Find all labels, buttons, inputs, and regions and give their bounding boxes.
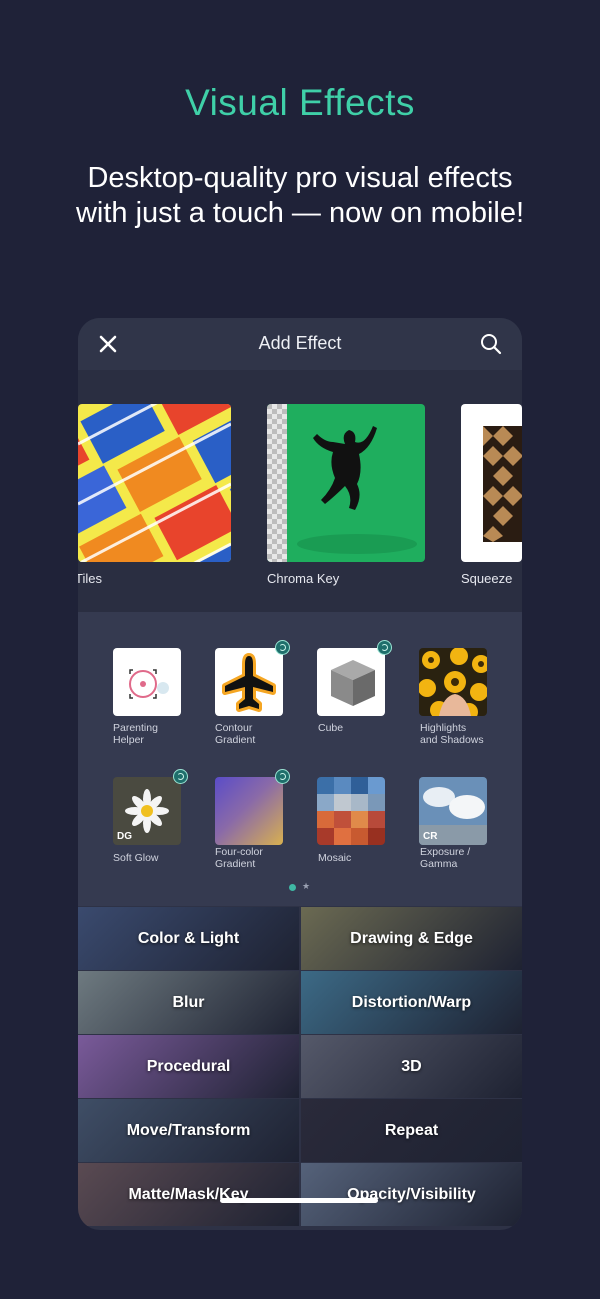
hero-subtitle-line1: Desktop-quality pro visual effects [87,162,513,194]
effect-label-text: Cube [318,722,344,734]
page-indicator-star: ★ [302,881,311,891]
category-label: Repeat [384,1121,439,1139]
featured-card-tiles[interactable] [78,404,231,562]
category-procedural[interactable]: Procedural [78,1035,299,1098]
effect-label-exposure-gamma: Exposure / Gamma [420,846,512,870]
effect-label-text: Soft Glow [113,852,159,864]
effect-label-text: Mosaic [318,852,352,864]
category-color-light[interactable]: Color & Light [78,907,299,970]
airplane-icon [222,653,276,712]
hero-subtitle: Desktop-quality pro visual effects with … [40,161,560,231]
category-drawing-edge[interactable]: Drawing & Edge [301,907,522,970]
effect-tile-cube[interactable] [317,648,385,716]
featured-carousel[interactable]: Tiles Chroma Key Squeeze [78,370,522,612]
effect-tile-contour-gradient[interactable] [215,648,283,716]
search-icon[interactable] [478,331,504,357]
category-move-transform[interactable]: Move/Transform [78,1099,299,1162]
highlights-shadows-thumbnail [419,648,487,716]
effect-badge-contour-gradient [275,640,290,655]
home-indicator[interactable] [220,1198,378,1203]
effect-label-text: Four-color Gradient [215,846,263,870]
effect-label-text: Exposure / Gamma [420,846,471,870]
effect-tile-parenting-helper[interactable] [113,648,181,716]
effect-label-cube: Cube [318,722,410,734]
page-indicator-dot [289,884,296,891]
effect-tile-four-color-gradient[interactable] [215,777,283,845]
hero-title: Visual Effects [185,82,415,123]
featured-card-chroma-key[interactable] [267,404,425,562]
hero-subtitle-line2: with just a touch — now on mobile! [75,197,525,229]
topbar: Add Effect [78,318,522,370]
featured-label-chroma-key: Chroma Key [267,571,340,586]
effect-label-highlights-shadows: Highlights and Shadows [420,722,512,746]
category-grid: Color & Light Drawing & Edge Blur Distortio… [78,907,522,1230]
phone-screen: Add Effect Tiles Chroma Key Squeeze Pare… [78,318,522,1230]
cube-icon [331,660,375,706]
effect-label-text: Parenting Helper [113,722,158,746]
effect-tile-highlights-shadows[interactable] [419,648,487,716]
topbar-title: Add Effect [258,333,342,353]
effect-tile-mosaic[interactable] [317,777,385,845]
category-label: Blur [172,993,205,1011]
effect-tag-exposure-gamma: CR [423,831,438,842]
category-repeat[interactable]: Repeat [301,1099,522,1162]
category-label: Distortion/Warp [351,993,472,1011]
squeeze-thumbnail [461,404,522,562]
category-label: Move/Transform [126,1121,251,1139]
effect-label-parenting-helper: Parenting Helper [113,722,205,746]
category-opacity-visibility[interactable]: Opacity/Visibility [301,1163,522,1226]
effect-label-text: Highlights and Shadows [420,722,484,746]
effect-badge-soft-glow [173,769,188,784]
category-label: Procedural [146,1057,231,1075]
category-label: Drawing & Edge [350,929,473,947]
featured-label-tiles: Tiles [78,571,102,586]
effect-label-four-color-gradient: Four-color Gradient [215,846,307,870]
featured-card-squeeze[interactable] [461,404,522,562]
chroma-key-thumbnail [267,404,425,562]
effect-label-text: Contour Gradient [215,722,256,746]
effect-label-soft-glow: Soft Glow [113,852,205,864]
category-distortion-warp[interactable]: Distortion/Warp [301,971,522,1034]
effect-tile-soft-glow[interactable]: DG [113,777,181,845]
category-3d[interactable]: 3D [301,1035,522,1098]
effect-badge-cube [377,640,392,655]
tiles-thumbnail [78,404,231,562]
effect-badge-four-color-gradient [275,769,290,784]
featured-label-squeeze: Squeeze [461,571,513,586]
category-label: 3D [401,1057,422,1075]
effect-tag-soft-glow: DG [117,831,132,842]
parenting-helper-icon [129,669,169,699]
mosaic-thumbnail [317,777,385,845]
category-label: Color & Light [137,929,240,947]
effect-label-mosaic: Mosaic [318,852,410,864]
effects-grid: Parenting Helper Contour Gradient Cube H… [78,612,522,906]
effect-label-contour-gradient: Contour Gradient [215,722,307,746]
effect-tile-exposure-gamma[interactable]: CR [419,777,487,845]
category-matte-mask-key[interactable]: Matte/Mask/Key [78,1163,299,1226]
category-blur[interactable]: Blur [78,971,299,1034]
